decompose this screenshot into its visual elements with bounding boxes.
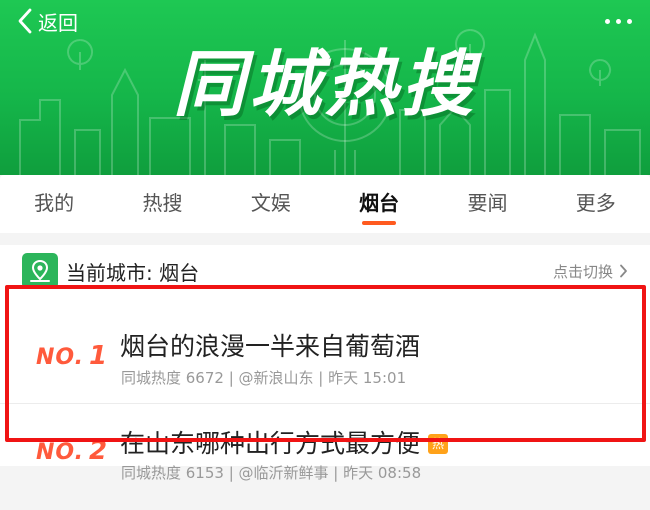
hot-badge: 热 — [428, 434, 449, 454]
news-title: 在山东哪种出行方式最方便热 — [120, 424, 449, 460]
tab-more[interactable]: 更多 — [542, 175, 650, 233]
rank-label: NO. 2 — [36, 436, 109, 466]
hot-search-banner: 返回 同城热搜 — [0, 0, 650, 175]
hot-news-list: NO. 1 烟台的浪漫一半来自葡萄酒 同城热度 6672 | @新浪山东 | 昨天… — [0, 297, 650, 482]
news-title: 烟台的浪漫一半来自葡萄酒 — [120, 332, 421, 361]
tab-yantai[interactable]: 烟台 — [325, 175, 433, 233]
category-tabs: 我的 热搜 文娱 烟台 要闻 更多 — [0, 175, 650, 233]
more-dots-icon — [604, 18, 610, 24]
switch-city-label: 点击切换 — [552, 262, 613, 281]
news-meta: 同城热度 6153 | @临沂新鲜事 | 昨天 08:58 — [121, 464, 422, 482]
chevron-left-icon — [18, 8, 32, 34]
news-meta: 同城热度 6672 | @新浪山东 | 昨天 15:01 — [121, 369, 407, 387]
location-pin-icon — [22, 253, 58, 289]
rank-label: NO. 1 — [36, 341, 109, 371]
switch-city-button[interactable]: 点击切换 — [553, 261, 628, 282]
news-item-2[interactable]: NO. 2 在山东哪种出行方式最方便热 同城热度 6153 | @临沂新鲜事 | … — [0, 403, 650, 510]
current-city-label: 当前城市: 烟台 — [66, 260, 200, 285]
more-options-button[interactable] — [596, 6, 640, 36]
tab-hot-search[interactable]: 热搜 — [108, 175, 216, 233]
tab-news[interactable]: 要闻 — [433, 175, 541, 233]
news-item-1[interactable]: NO. 1 烟台的浪漫一半来自葡萄酒 同城热度 6672 | @新浪山东 | 昨天… — [0, 297, 650, 403]
tab-entertainment[interactable]: 文娱 — [217, 175, 325, 233]
banner-title: 同城热搜 — [172, 42, 477, 126]
back-label: 返回 — [38, 10, 78, 35]
back-button[interactable]: 返回 — [14, 4, 78, 38]
chevron-right-icon — [620, 264, 627, 278]
tab-mine[interactable]: 我的 — [0, 175, 108, 233]
current-city-bar: 当前城市: 烟台 点击切换 — [0, 245, 650, 297]
